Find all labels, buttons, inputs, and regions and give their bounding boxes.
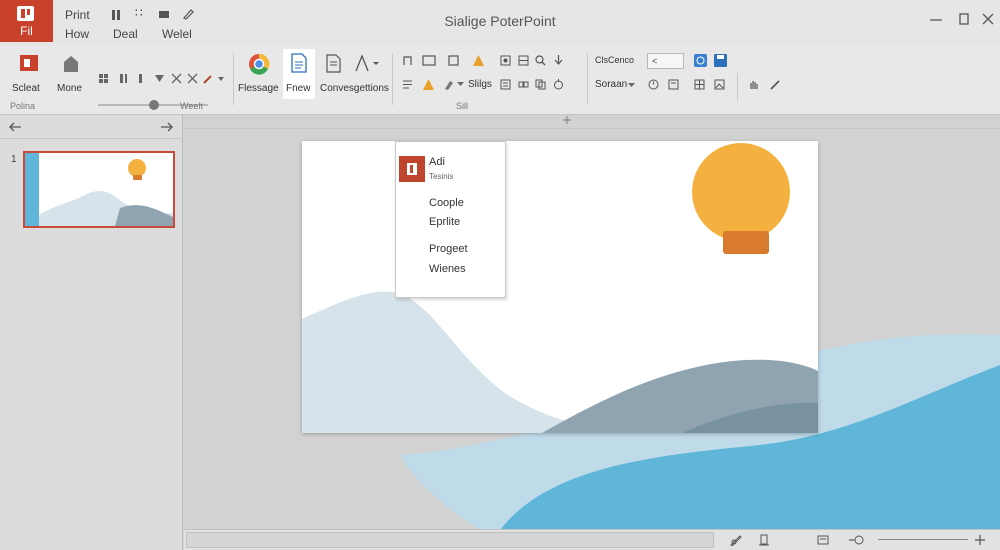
status-bar bbox=[184, 529, 1000, 550]
separator bbox=[392, 53, 393, 105]
select-button[interactable]: Scleat bbox=[12, 51, 48, 99]
minimize-icon[interactable] bbox=[926, 10, 946, 28]
list-icon[interactable] bbox=[500, 79, 511, 90]
copy-icon[interactable] bbox=[535, 79, 546, 90]
dropdown-header-subtitle: Tesinis bbox=[429, 172, 454, 181]
select-label: Scleat bbox=[12, 83, 40, 94]
warning-icon[interactable] bbox=[472, 54, 485, 67]
document-icon bbox=[291, 53, 307, 73]
save-icon[interactable] bbox=[714, 54, 727, 67]
document-icon-white bbox=[407, 163, 417, 175]
slide-canvas[interactable] bbox=[302, 141, 818, 433]
style-combo-label: ClsCenco bbox=[595, 55, 635, 65]
slide-icon bbox=[20, 55, 38, 71]
paint-icon[interactable] bbox=[444, 79, 455, 90]
chrome-icon bbox=[249, 53, 270, 75]
slide-thumbnail[interactable] bbox=[23, 151, 175, 228]
font-color-icon bbox=[355, 54, 379, 72]
menu-how[interactable]: How bbox=[65, 27, 89, 41]
close-icon[interactable] bbox=[978, 10, 998, 28]
hand-icon[interactable] bbox=[748, 79, 759, 90]
blue-globe-icon[interactable] bbox=[694, 54, 707, 67]
rectangle-icon[interactable] bbox=[422, 55, 436, 66]
divider-icon[interactable] bbox=[135, 73, 146, 84]
dropdown-item[interactable]: Progeet bbox=[429, 243, 468, 255]
page-icon bbox=[326, 54, 341, 73]
zoom-slider[interactable] bbox=[878, 539, 968, 540]
context-dropdown[interactable]: Adi Tesinis Coople Eprlite Progeet Wiene… bbox=[395, 141, 506, 298]
separator bbox=[737, 73, 738, 101]
size-combo[interactable]: < bbox=[647, 53, 684, 69]
chevron-down-icon-3[interactable] bbox=[628, 82, 635, 89]
grid-icon[interactable] bbox=[98, 73, 109, 84]
slide-number: 1 bbox=[11, 154, 17, 165]
link-icon[interactable] bbox=[518, 79, 529, 90]
slide-artwork bbox=[302, 143, 818, 433]
x-icon[interactable] bbox=[171, 73, 182, 84]
group-label-1: Polina bbox=[10, 101, 36, 111]
grid-small-icon[interactable] bbox=[694, 79, 705, 90]
shape-icon bbox=[64, 56, 78, 72]
warning-icon-2[interactable] bbox=[422, 78, 435, 91]
window-title: Sialige PoterPoint bbox=[444, 13, 556, 29]
slide-thumbnail-pane: 1 bbox=[0, 115, 183, 550]
search-icon[interactable] bbox=[535, 55, 546, 66]
message-button[interactable]: Flessage bbox=[238, 51, 280, 99]
normal-view-icon[interactable] bbox=[758, 534, 770, 546]
title-bar: Fil Print ∷ How Deal Welel Sialige Poter… bbox=[0, 0, 1000, 45]
arrow-down-icon[interactable] bbox=[553, 54, 564, 65]
document-small-icon[interactable] bbox=[668, 79, 679, 90]
handle-icon[interactable] bbox=[553, 79, 564, 90]
dropdown-header-title: Adi bbox=[429, 156, 445, 168]
conversation-button[interactable]: Convesgettions bbox=[320, 51, 390, 99]
chevron-down-icon[interactable] bbox=[217, 75, 225, 83]
group-label-3: Sill bbox=[456, 101, 469, 111]
slides-label[interactable]: Slilgs bbox=[468, 79, 492, 90]
arrow-left-icon[interactable] bbox=[8, 121, 22, 133]
menu-deal[interactable]: Deal bbox=[113, 27, 138, 41]
conversation-label: Convesgettions bbox=[320, 83, 389, 94]
editor-top-divider bbox=[184, 115, 1000, 129]
pane-header bbox=[0, 115, 183, 139]
image-icon[interactable] bbox=[500, 55, 511, 66]
new-button[interactable]: Fnew bbox=[283, 49, 315, 99]
ribbon: Scleat Mone Flessage Fnew Convesgettions… bbox=[0, 45, 1000, 115]
image-small-icon[interactable] bbox=[714, 79, 725, 90]
maximize-icon[interactable] bbox=[954, 10, 974, 28]
zoom-out-icon[interactable] bbox=[848, 534, 864, 546]
separator bbox=[587, 53, 588, 105]
clock-icon[interactable] bbox=[648, 79, 659, 90]
more-label: Mone bbox=[57, 83, 83, 94]
slide-sorter-icon[interactable] bbox=[817, 534, 829, 546]
group-label-2: Weelt bbox=[180, 101, 203, 111]
screen-label[interactable]: Soraan bbox=[595, 79, 627, 90]
message-label: Flessage bbox=[238, 83, 279, 94]
more-button[interactable]: Mone bbox=[55, 51, 89, 99]
bars-icon[interactable] bbox=[118, 73, 129, 84]
thumbnail-preview bbox=[25, 153, 173, 226]
triangle-down-icon[interactable] bbox=[154, 73, 165, 84]
dropdown-item[interactable]: Eprlite bbox=[429, 216, 460, 228]
notes-icon[interactable] bbox=[730, 534, 742, 546]
zoom-in-icon[interactable] bbox=[974, 534, 986, 546]
align-icon[interactable] bbox=[402, 79, 413, 90]
pencil-icon[interactable] bbox=[770, 79, 781, 90]
plus-icon[interactable] bbox=[562, 115, 572, 125]
table-icon[interactable] bbox=[518, 55, 529, 66]
brush-icon[interactable] bbox=[203, 73, 214, 84]
separator bbox=[233, 53, 234, 105]
powerpoint-icon bbox=[399, 156, 425, 182]
new-label: Fnew bbox=[286, 83, 311, 94]
menu-welel[interactable]: Welel bbox=[162, 27, 192, 41]
x-icon-2[interactable] bbox=[187, 73, 198, 84]
dropdown-item[interactable]: Wienes bbox=[429, 263, 466, 275]
chevron-down-icon-2[interactable] bbox=[457, 81, 464, 88]
frame-icon[interactable] bbox=[402, 55, 413, 66]
dropdown-item[interactable]: Coople bbox=[429, 197, 464, 209]
box-icon[interactable] bbox=[448, 55, 459, 66]
status-field bbox=[186, 532, 714, 548]
arrow-right-icon[interactable] bbox=[160, 121, 174, 133]
